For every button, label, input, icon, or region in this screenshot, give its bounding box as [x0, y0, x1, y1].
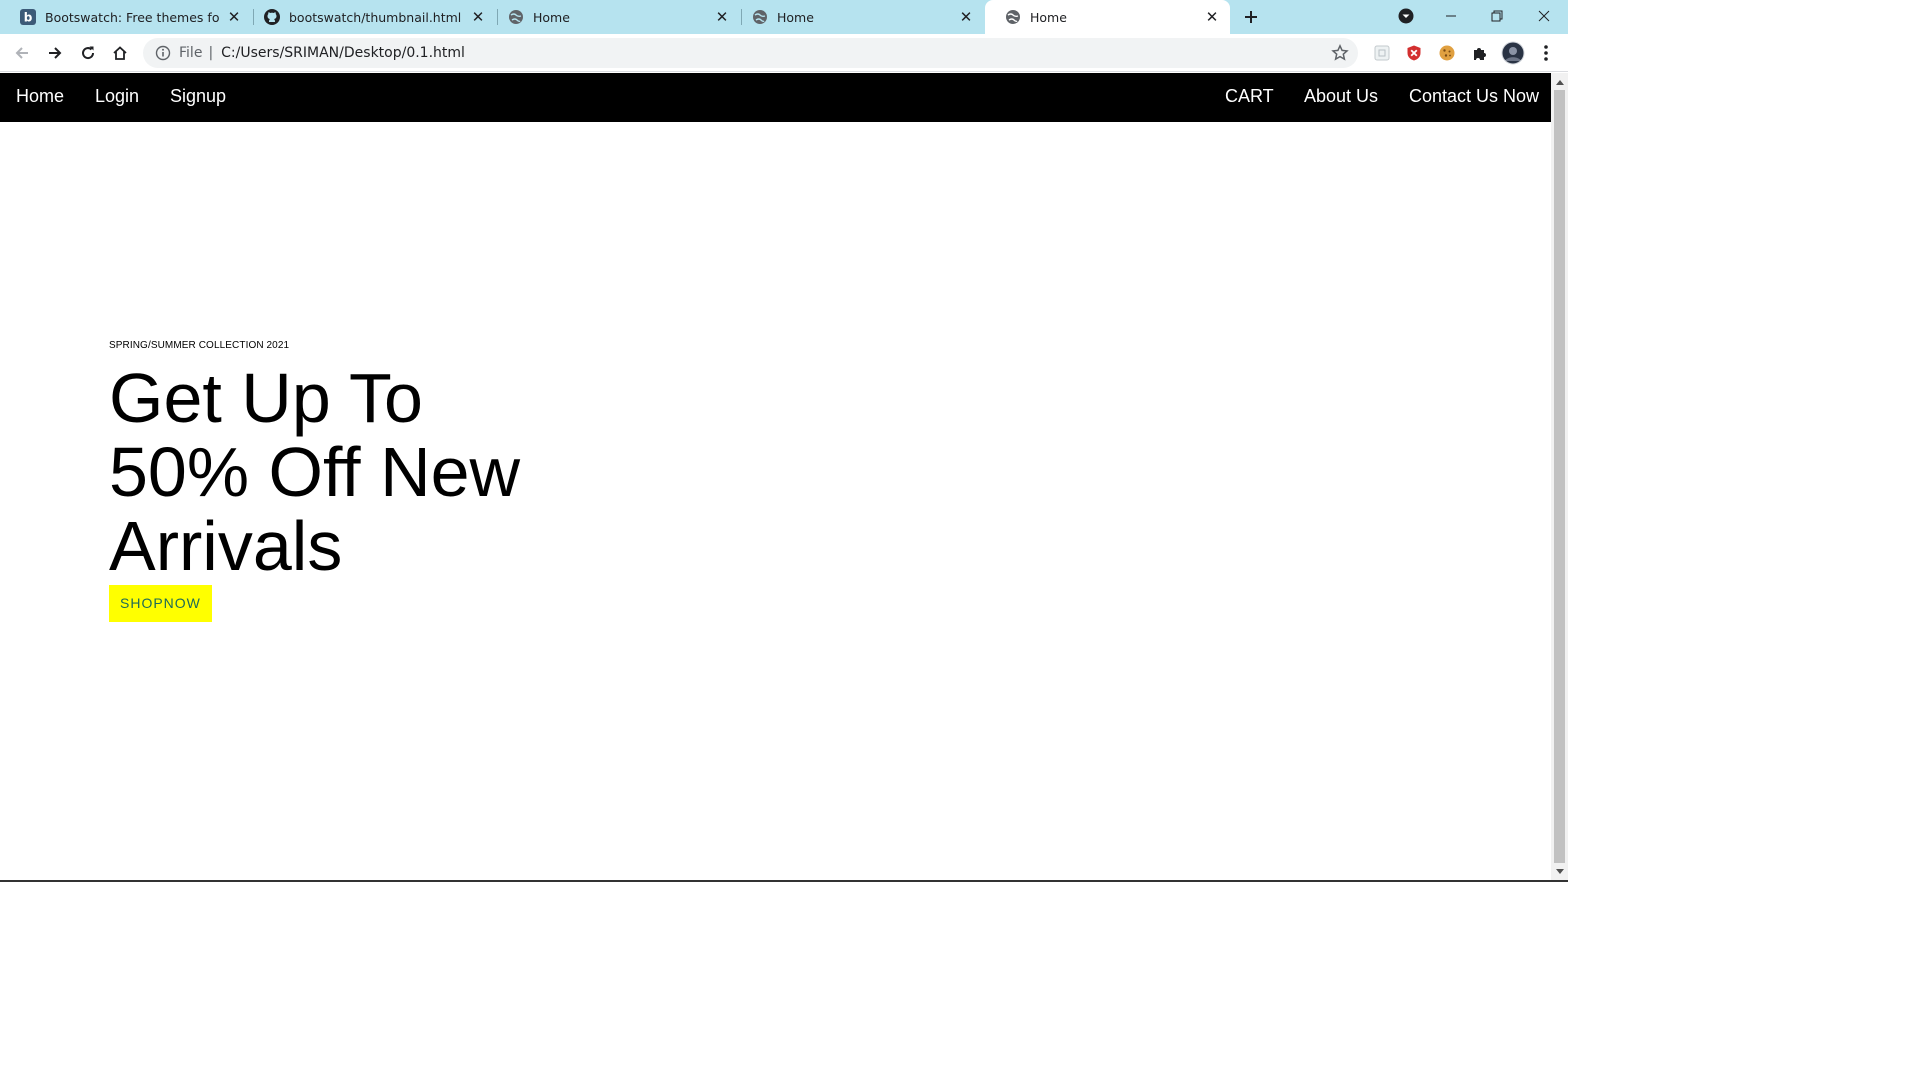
close-icon[interactable]: ✕ [714, 8, 730, 26]
close-icon[interactable]: ✕ [470, 8, 486, 26]
globe-icon [1005, 9, 1021, 25]
nav-contact-link[interactable]: Contact Us Now [1409, 86, 1539, 107]
minimize-icon [1446, 15, 1456, 17]
url-divider: | [208, 45, 214, 61]
info-icon[interactable] [155, 45, 171, 61]
browser-toolbar: File | C:/Users/SRIMAN/Desktop/0.1.html [0, 34, 1568, 72]
home-button[interactable] [106, 39, 134, 67]
extension-tab-icon[interactable] [1369, 40, 1395, 66]
tab-title: Home [777, 9, 814, 25]
url-scheme: File [179, 45, 203, 61]
restore-button[interactable] [1474, 0, 1520, 32]
hero-section: SPRING/SUMMER COLLECTION 2021 Get Up To … [109, 340, 569, 622]
page-viewport: Home Login Signup CART About Us Contact … [0, 73, 1551, 880]
reload-button[interactable] [74, 39, 102, 67]
chevron-down-circle-icon [1398, 8, 1414, 24]
kebab-menu-icon[interactable] [1533, 40, 1559, 66]
hero-headline: Get Up To 50% Off New Arrivals [109, 359, 521, 585]
globe-icon [752, 9, 768, 25]
address-bar[interactable]: File | C:/Users/SRIMAN/Desktop/0.1.html [143, 38, 1358, 68]
new-tab-button[interactable] [1239, 5, 1263, 29]
close-window-button[interactable] [1521, 0, 1567, 32]
nav-signup-link[interactable]: Signup [170, 86, 226, 107]
hero-eyebrow: SPRING/SUMMER COLLECTION 2021 [109, 340, 290, 351]
tab-github[interactable]: bootswatch/thumbnail.html at v5 ✕ [244, 0, 496, 34]
nav-cart-link[interactable]: CART [1225, 86, 1274, 107]
svg-text:b: b [24, 11, 33, 25]
tab-strip: b Bootswatch: Free themes for Boo ✕ boot… [0, 0, 1568, 34]
nav-login-link[interactable]: Login [95, 86, 139, 107]
plus-icon [1245, 11, 1257, 23]
tab-search-button[interactable] [1383, 0, 1429, 32]
nav-home-link[interactable]: Home [16, 86, 64, 107]
tab-home-1[interactable]: Home ✕ [488, 0, 740, 34]
restore-icon [1491, 10, 1503, 22]
tab-title: Bootswatch: Free themes for Boo [45, 9, 220, 25]
bootswatch-icon: b [20, 9, 36, 25]
back-button[interactable] [8, 39, 36, 67]
scroll-up-icon[interactable] [1551, 73, 1568, 90]
page-scrollbar[interactable] [1551, 73, 1568, 880]
star-icon[interactable] [1326, 39, 1354, 67]
puzzle-icon[interactable] [1467, 40, 1493, 66]
close-icon[interactable]: ✕ [1204, 8, 1220, 26]
shield-icon[interactable] [1401, 40, 1427, 66]
close-icon[interactable]: ✕ [958, 8, 974, 26]
github-icon [264, 9, 280, 25]
nav-about-link[interactable]: About Us [1304, 86, 1378, 107]
url-text[interactable]: C:/Users/SRIMAN/Desktop/0.1.html [221, 45, 1326, 61]
arrow-left-icon [15, 47, 28, 59]
tab-bootswatch[interactable]: b Bootswatch: Free themes for Boo ✕ [0, 0, 252, 34]
reload-icon [82, 46, 95, 60]
window-bottom-edge [0, 880, 1568, 882]
scrollbar-thumb[interactable] [1554, 90, 1565, 863]
tab-home-2[interactable]: Home ✕ [732, 0, 984, 34]
cookie-icon[interactable] [1434, 40, 1460, 66]
tab-title: Home [1030, 9, 1067, 25]
avatar[interactable] [1500, 40, 1526, 66]
shop-now-button[interactable]: SHOPNOW [109, 585, 212, 622]
scroll-down-icon[interactable] [1551, 863, 1568, 880]
tab-title: Home [533, 9, 570, 25]
tab-home-active[interactable]: Home ✕ [985, 0, 1230, 34]
close-icon[interactable]: ✕ [226, 8, 242, 26]
arrow-right-icon [49, 47, 62, 59]
home-icon [113, 46, 127, 60]
site-navbar: Home Login Signup CART About Us Contact … [0, 73, 1551, 122]
forward-button[interactable] [41, 39, 69, 67]
globe-icon [508, 9, 524, 25]
tab-title: bootswatch/thumbnail.html at v5 [289, 9, 464, 25]
close-icon [1538, 10, 1550, 22]
minimize-button[interactable] [1428, 0, 1474, 32]
